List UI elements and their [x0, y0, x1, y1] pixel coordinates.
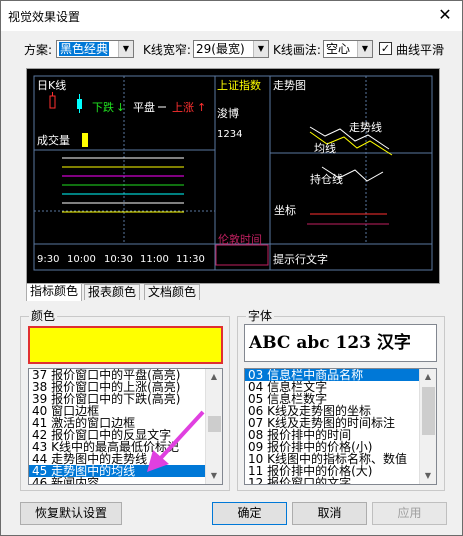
hint-label: 提示行文字 — [273, 252, 328, 266]
scheme-label: 方案: — [24, 43, 53, 57]
tab-document-colors[interactable]: 文档颜色 — [144, 284, 201, 300]
kline-width-label: K线宽窄: — [143, 43, 191, 57]
trend-line-label: 走势线 — [349, 120, 382, 134]
scroll-up-icon[interactable]: ▲ — [206, 369, 222, 385]
scroll-thumb[interactable] — [422, 387, 435, 435]
scheme-value: 黑色经典 — [59, 42, 110, 56]
tab-indicator-colors[interactable]: 指标颜色 — [26, 283, 83, 301]
smooth-label: 曲线平滑 — [396, 43, 445, 57]
cancel-button[interactable]: 取消 — [292, 502, 367, 525]
preview-canvas: 日K线 下跌 ↓ 平盘 上涨 ↑ 成交量 上证指数 浚博 1234 伦敦时间 走… — [27, 69, 439, 283]
arrow-annotation-icon — [147, 410, 205, 472]
color-swatch[interactable] — [28, 326, 223, 364]
down-arrow-icon: ↓ — [116, 101, 125, 114]
coord-label: 坐标 — [274, 203, 296, 217]
list-item[interactable]: 46 新闻内容 — [29, 477, 207, 484]
kline-draw-select[interactable]: 空心 ▼ — [323, 40, 373, 58]
font-list-scrollbar[interactable]: ▲ ▼ — [419, 369, 436, 484]
preview-panel: 日K线 下跌 ↓ 平盘 上涨 ↑ 成交量 上证指数 浚博 1234 伦敦时间 走… — [26, 68, 440, 284]
kline-draw-label: K线画法: — [273, 43, 321, 57]
trend-title: 走势图 — [273, 79, 306, 92]
time-tick: 9:30 — [37, 254, 59, 265]
kline-width-select[interactable]: 29(最宽) ▼ — [193, 40, 269, 58]
index-value: 1234 — [217, 129, 242, 140]
flat-label: 平盘 — [133, 100, 155, 114]
close-icon[interactable]: ✕ — [434, 4, 456, 26]
title-bar: 视觉效果设置 ✕ — [1, 1, 462, 31]
down-label: 下跌 — [92, 100, 114, 114]
color-group-title: 颜色 — [29, 309, 58, 323]
kline-label: 日K线 — [37, 78, 66, 92]
scroll-up-icon[interactable]: ▲ — [420, 369, 436, 385]
volume-label: 成交量 — [37, 133, 70, 147]
ok-button[interactable]: 确定 — [212, 502, 287, 525]
up-arrow-icon: ↑ — [197, 101, 206, 114]
index-name: 上证指数 — [217, 78, 261, 92]
hold-line-label: 持仓线 — [310, 172, 343, 186]
avg-line-label: 均线 — [314, 141, 336, 155]
up-label: 上涨 — [172, 101, 194, 114]
restore-defaults-button[interactable]: 恢复默认设置 — [20, 502, 122, 525]
chevron-down-icon: ▼ — [357, 41, 372, 57]
time-label: 伦敦时间 — [218, 232, 262, 246]
window-title: 视觉效果设置 — [8, 10, 81, 24]
settings-dialog: 视觉效果设置 ✕ 方案: 黑色经典 ▼ K线宽窄: 29(最宽) ▼ K线画法:… — [0, 0, 463, 536]
font-list[interactable]: 03 信息栏中商品名称 04 信息栏文字 05 信息栏数字 06 K线及走势图的… — [244, 368, 437, 485]
kline-draw-value: 空心 — [326, 42, 351, 56]
scheme-select[interactable]: 黑色经典 ▼ — [56, 40, 134, 58]
time-tick: 10:30 — [104, 254, 133, 265]
scroll-down-icon[interactable]: ▼ — [420, 468, 436, 484]
font-sample[interactable]: ABC abc 123 汉字 — [244, 324, 437, 362]
list-item[interactable]: 12 报价窗口的文字 — [245, 477, 421, 484]
time-tick: 11:00 — [140, 254, 169, 265]
chevron-down-icon: ▼ — [253, 41, 268, 57]
apply-button[interactable]: 应用 — [372, 502, 447, 525]
index-sub: 浚博 — [217, 106, 239, 120]
time-tick: 10:00 — [67, 254, 96, 265]
time-tick: 11:30 — [176, 254, 205, 265]
kline-width-value: 29(最宽) — [196, 42, 245, 56]
chevron-down-icon: ▼ — [118, 41, 133, 57]
smooth-checkbox[interactable]: ✓ — [379, 42, 392, 55]
volume-bar — [82, 133, 88, 147]
tab-report-colors[interactable]: 报表颜色 — [84, 284, 141, 300]
font-group-title: 字体 — [246, 309, 275, 323]
